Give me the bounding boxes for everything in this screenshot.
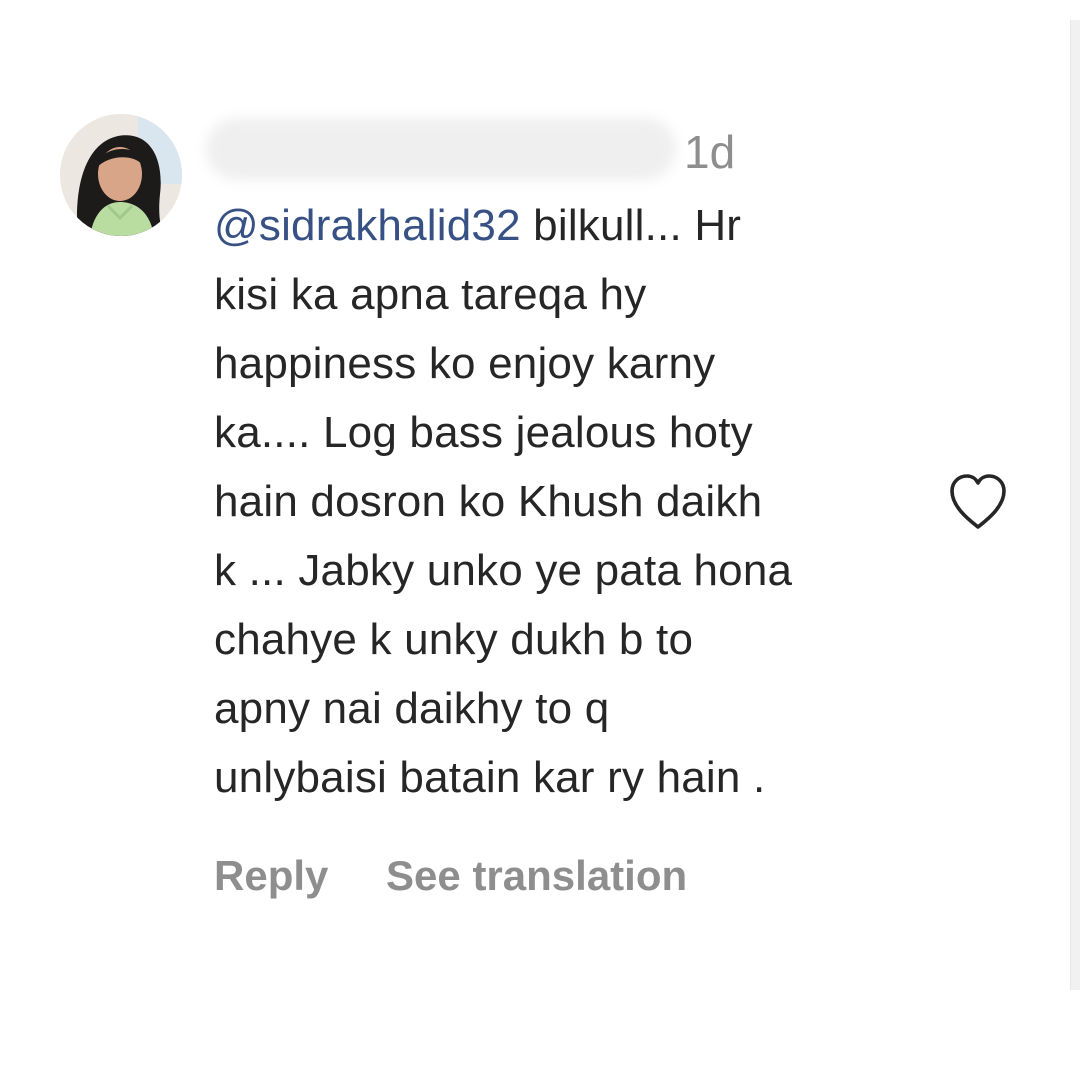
- username-redacted: [206, 118, 676, 180]
- comment-item: 1d @sidrakhalid32 bilkull... Hr kisi ka …: [0, 0, 1080, 1080]
- comment-line-3: happiness ko enjoy karny: [214, 339, 716, 388]
- heart-outline-icon: [950, 474, 1006, 529]
- avatar[interactable]: [60, 114, 182, 236]
- timestamp: 1d: [684, 126, 736, 178]
- comment-actions: Reply See translation: [214, 848, 687, 904]
- comment-line-1: @sidrakhalid32 bilkull... Hr: [214, 191, 934, 260]
- comment-line-5: hain dosron ko Khush daikh: [214, 477, 763, 526]
- scrollbar[interactable]: [1070, 20, 1080, 990]
- comment-line-text: bilkull... Hr: [520, 201, 742, 250]
- comment-line-7: chahye k unky dukh b to: [214, 615, 694, 664]
- comment-line-6: k ... Jabky unko ye pata hona: [214, 546, 793, 595]
- comment-text: @sidrakhalid32 bilkull... Hr kisi ka apn…: [214, 191, 934, 812]
- avatar-photo: [60, 114, 182, 236]
- see-translation-button[interactable]: See translation: [386, 852, 687, 899]
- comment-line-8: apny nai daikhy to q: [214, 684, 610, 733]
- comment-line-4: ka.... Log bass jealous hoty: [214, 408, 753, 457]
- reply-button[interactable]: Reply: [214, 852, 328, 899]
- mention-link[interactable]: @sidrakhalid32: [214, 201, 521, 250]
- comment-line-2: kisi ka apna tareqa hy: [214, 270, 647, 319]
- comment-line-9: unlybaisi batain kar ry hain .: [214, 753, 766, 802]
- like-button[interactable]: [946, 472, 1010, 532]
